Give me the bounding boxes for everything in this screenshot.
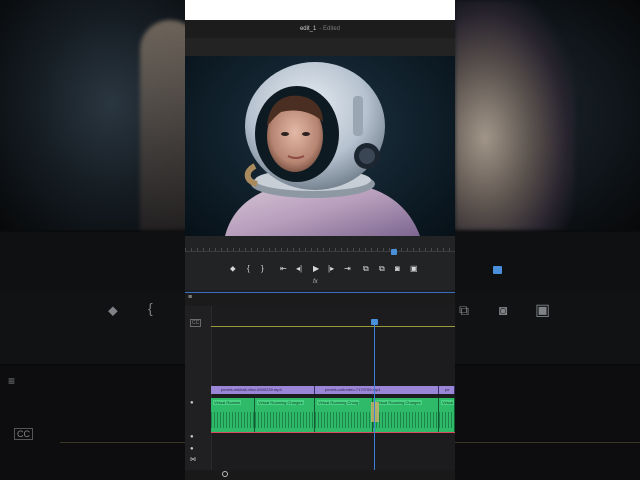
audio-clip[interactable]: Virtual Roaming Charg — [315, 398, 373, 432]
program-monitor[interactable] — [185, 56, 455, 236]
video-clip[interactable]: pexels-mikhail-nilov-6930230.mp4 — [211, 386, 315, 394]
ruler-line — [211, 326, 455, 327]
step-forward-icon[interactable]: |▸ — [328, 264, 334, 273]
timeline-playhead-handle[interactable] — [371, 319, 378, 325]
captions-button[interactable]: CC — [190, 319, 202, 327]
audio-track-icon[interactable]: ● — [190, 434, 194, 440]
audio-waveform — [315, 412, 372, 428]
audio-clip-label: Virtual — [441, 400, 454, 405]
audio-track: Virtual Roamin Virtual Roaming Charges V… — [211, 398, 455, 432]
insert-icon-bg: ⧉ — [459, 302, 469, 318]
background-controls-left: ⬥ { — [0, 292, 185, 364]
video-track: pexels-mikhail-nilov-6930230.mp4 pexels-… — [211, 386, 455, 394]
play-icon[interactable]: ▶ — [313, 264, 319, 273]
out-point-icon[interactable]: } — [261, 264, 264, 273]
in-point-icon-bg: { — [148, 300, 153, 316]
audio-clip[interactable]: Virtual — [439, 398, 455, 432]
audio-clip-label: Virtual Roamin — [213, 400, 242, 405]
ruler-line-bg-right — [455, 442, 640, 443]
project-title-bar: edit_1- Edited — [185, 20, 455, 38]
background-scrub-right — [455, 232, 640, 292]
timeline-header: ≡ — [185, 292, 455, 306]
scrub-line — [185, 251, 455, 252]
editor-window: edit_1- Edited ⬥ {} ⇤ ◂| ▶ |▸ ⇥ ⧉ ⧉ ◙ ▣… — [185, 0, 455, 480]
video-track-lock-icon[interactable]: ● — [190, 400, 194, 406]
menu-icon-bg: ≡ — [8, 374, 16, 388]
background-controls-right: ⧉ ◙ ▣ — [455, 292, 640, 364]
step-back-icon[interactable]: ◂| — [296, 264, 302, 273]
timeline-ruler[interactable] — [211, 316, 455, 328]
track-headers: CC ● ● ● ⋈ — [185, 306, 212, 480]
insert-icon[interactable]: ⧉ — [363, 264, 369, 274]
playhead-bg — [493, 266, 502, 274]
menu-icon[interactable]: ≡ — [188, 294, 192, 301]
overwrite-icon[interactable]: ⧉ — [379, 264, 385, 274]
multicam-icon-bg: ▣ — [535, 302, 551, 319]
audio-waveform — [255, 412, 314, 428]
zoom-knob[interactable] — [222, 471, 228, 477]
ruler-line-bg — [60, 442, 185, 443]
audio-clip[interactable]: Virtual Roaming Charges — [373, 398, 439, 432]
track-divider — [211, 432, 455, 433]
video-clip[interactable]: pe — [439, 386, 455, 394]
viewer-header — [185, 38, 455, 56]
clip-selection[interactable] — [371, 402, 379, 422]
scrub-bar[interactable] — [185, 236, 455, 260]
background-timeline-right — [455, 366, 640, 480]
cc-icon-bg: CC — [14, 428, 33, 440]
video-clip[interactable]: pexels-cottonbro-7170709.mp4 — [315, 386, 439, 394]
background-scrub-left — [0, 232, 185, 292]
multicam-icon[interactable]: ▣ — [410, 264, 418, 273]
audio-track2-icon[interactable]: ● — [190, 446, 194, 452]
go-to-out-icon[interactable]: ⇥ — [344, 264, 351, 273]
background-timeline-left: ≡ CC — [0, 366, 185, 480]
in-point-icon[interactable]: { — [247, 264, 250, 273]
audio-waveform — [439, 412, 454, 428]
go-to-in-icon[interactable]: ⇤ — [280, 264, 287, 273]
audio-clip-label: Virtual Roaming Charg — [317, 400, 360, 405]
audio-clip-label: Virtual Roaming Charges — [257, 400, 304, 405]
camera-icon[interactable]: ◙ — [395, 264, 400, 273]
timeline-playhead[interactable] — [374, 320, 375, 470]
background-figure-left — [140, 20, 185, 230]
timeline-panel[interactable]: CC ● ● ● ⋈ pexels-mikhail-nilov-6930230.… — [185, 306, 455, 480]
marker-icon-bg: ⬥ — [108, 302, 118, 318]
project-name: edit_1 — [299, 26, 317, 32]
fx-button[interactable]: fx — [313, 279, 318, 285]
audio-waveform — [211, 412, 254, 428]
transport-controls: ⬥ { } ⇤ ◂| ▶ |▸ ⇥ ⧉ ⧉ ◙ ▣ fx — [185, 260, 455, 290]
audio-waveform — [373, 412, 438, 428]
astronaut-frame — [225, 62, 420, 236]
marker-icon[interactable]: ⬥ — [230, 264, 236, 274]
camera-icon-bg: ◙ — [499, 302, 508, 318]
background-figure-right — [455, 0, 575, 230]
audio-clip-label: Virtual Roaming Charges — [375, 400, 422, 405]
zoom-fit-icon[interactable]: ⋈ — [190, 456, 196, 463]
status-bar — [185, 0, 455, 20]
background-right: ⧉ ◙ ▣ — [455, 0, 640, 480]
audio-clip[interactable]: Virtual Roaming Charges — [255, 398, 315, 432]
audio-clip[interactable]: Virtual Roamin — [211, 398, 255, 432]
timeline-scrollbar[interactable] — [185, 470, 455, 480]
background-left: ⬥ { ≡ CC — [0, 0, 185, 480]
scrub-playhead[interactable] — [391, 249, 397, 255]
edited-status: - Edited — [319, 26, 341, 32]
